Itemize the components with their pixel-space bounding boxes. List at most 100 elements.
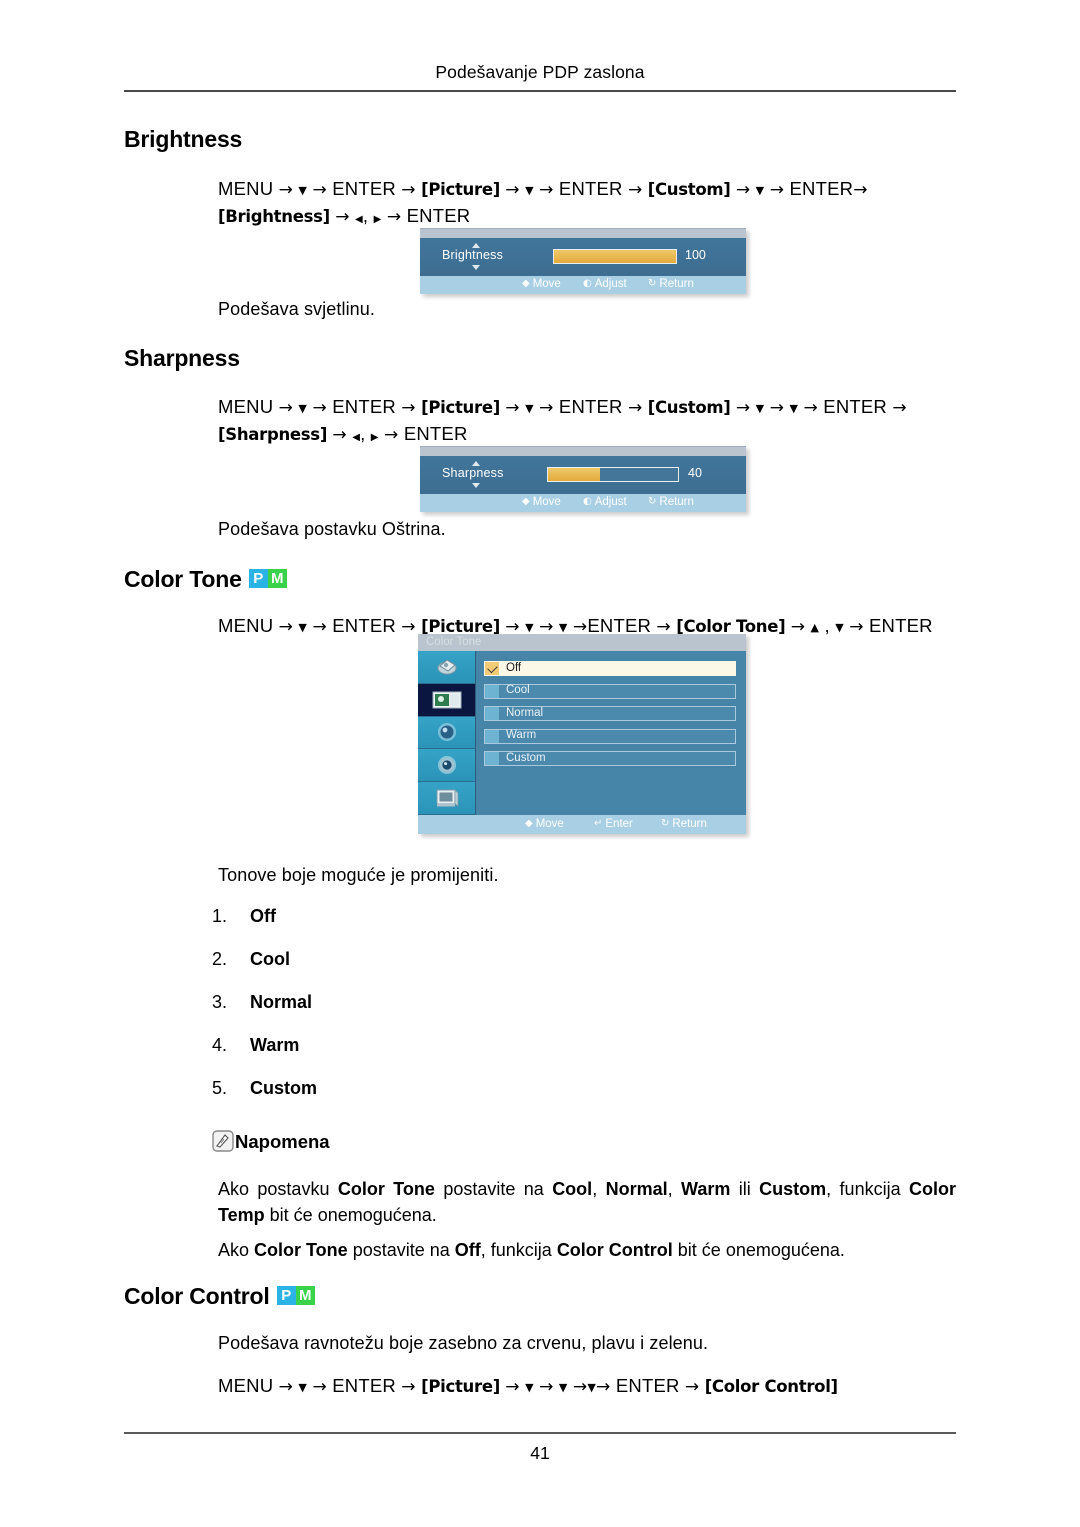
path-token-picture: [Picture] [421,398,500,417]
input-source-icon [437,659,456,675]
path-token-item: [Color Control] [704,1377,838,1396]
note-bold-cool: Cool [552,1179,593,1199]
arrow-right-icon: → [312,617,327,637]
arrow-right-icon: → [278,617,294,637]
note-text: Ako [218,1240,255,1260]
list-item-number: 4. [212,1035,228,1055]
hint-return: ↻ Return [648,496,694,508]
badge-p-icon: P [276,1286,296,1305]
note-paragraph-2: Ako Color Tone postavite na Off, funkcij… [218,1237,956,1263]
move-glyph-icon: ◆ [522,496,530,507]
arrow-down-icon: ▼ [558,621,568,634]
hint-return: ↻ Return [661,818,707,830]
description-color-tone: Tonove boje moguće je promijeniti. [218,865,499,885]
adjust-glyph-icon: ◐ [583,278,592,289]
enter-glyph-icon: ↵ [594,818,603,829]
path-token-enter: ENTER [789,178,854,199]
arrow-right-icon: → [401,1377,416,1397]
arrow-right-icon: → [735,180,751,200]
arrow-right-icon: → [505,398,520,418]
path-token-enter: ENTER [332,178,396,199]
path-token-enter: ENTER [558,396,623,417]
path-comma: , [362,205,369,226]
sidebar-item-setup[interactable] [418,749,475,783]
sidebar-item-picture[interactable] [418,683,475,717]
arrow-right-icon: → [401,180,416,200]
arrow-right-icon: → [278,180,294,200]
arrow-right-icon: → [892,398,907,418]
note-bold-normal: Normal [605,1179,668,1199]
list-item-label: Normal [250,992,313,1012]
heading-sharpness: Sharpness [124,345,240,372]
hint-return-label: Return [659,278,694,290]
osd-sharpness: Sharpness 40 ◆ Move ◐ Adjust ↻ Return [420,446,746,512]
path-token-enter: ENTER [558,178,623,199]
option-label: Custom [506,751,546,764]
arrow-right-icon: → [401,398,416,418]
osd-titlebar: Color Tone [418,634,746,651]
osd-top-cap [420,228,746,238]
arrow-right-icon: → [278,398,294,418]
arrow-left-icon: ◀ [355,214,363,225]
path-token-item: [Sharpness] [218,425,328,444]
option-warm[interactable]: Warm [484,728,736,744]
list-item-label: Cool [250,949,290,969]
check-icon [487,662,498,674]
note-text: , funkcija [826,1179,909,1199]
arrow-down-icon: ▼ [835,621,844,634]
arrow-down-icon: ▼ [525,402,534,415]
document-page: Podešavanje PDP zaslona Brightness MENU … [0,0,1080,1527]
path-token-picture: [Picture] [421,1377,500,1396]
option-cool[interactable]: Cool [484,683,736,699]
path-token-enter: ENTER [587,615,652,636]
note-text: ili [730,1179,760,1199]
osd-sharpness-track[interactable] [547,467,679,482]
arrow-right-icon: → [803,398,818,418]
path-token-enter: ENTER [615,1375,680,1396]
arrow-down-icon: ▼ [525,1381,534,1394]
path-token-enter: ENTER [403,423,468,444]
arrow-down-icon: ▼ [525,621,534,634]
note-text: , [667,1179,682,1199]
osd-slider-row: Brightness 100 [420,238,746,276]
path-token-menu: MENU [218,178,274,199]
arrow-right-icon: → [539,180,554,200]
pencil-note-icon [212,1130,234,1152]
sidebar-item-multi-control[interactable] [418,782,475,815]
path-token-enter: ENTER [332,396,396,417]
path-token-item: [Brightness] [218,207,330,226]
arrow-right-small-icon: ▶ [370,432,379,443]
arrow-right-small-icon: ▶ [373,214,382,225]
option-label: Cool [506,684,530,697]
sidebar-item-sound[interactable] [418,716,475,750]
path-token-custom: [Custom] [647,180,731,199]
heading-sharpness-label: Sharpness [124,345,240,371]
note-paragraph-1: Ako postavku Color Tone postavite na Coo… [218,1176,956,1228]
return-glyph-icon: ↻ [648,278,657,289]
osd-brightness-track[interactable] [553,249,677,264]
arrow-right-icon: → [596,1377,611,1397]
arrow-right-icon: → [735,398,751,418]
osd-brightness-fill [554,250,676,263]
path-token-enter: ENTER [332,1375,396,1396]
option-normal[interactable]: Normal [484,706,736,721]
arrow-right-icon: → [505,180,520,200]
hint-adjust: ◐ Adjust [583,496,627,508]
note-icon [212,1130,234,1152]
footer-divider [124,1432,956,1434]
arrow-right-icon: → [312,398,327,418]
note-text: postavite na [347,1240,455,1260]
osd-title-label: Color Tone [426,636,482,648]
osd-sharpness-value: 40 [688,466,702,480]
option-checkbox [485,729,499,743]
option-custom[interactable]: Custom [484,751,736,766]
list-item-number: 1. [212,906,228,926]
sidebar-item-input-source[interactable] [418,651,475,684]
arrow-down-icon: ▼ [558,1381,568,1394]
path-token-enter: ENTER [869,615,933,636]
note-bold-color-tone: Color Tone [337,1179,435,1199]
option-off[interactable]: Off [484,661,736,676]
path-token-enter: ENTER [823,396,887,417]
note-bold-color-tone: Color Tone [254,1240,348,1260]
arrow-right-icon: → [312,180,327,200]
